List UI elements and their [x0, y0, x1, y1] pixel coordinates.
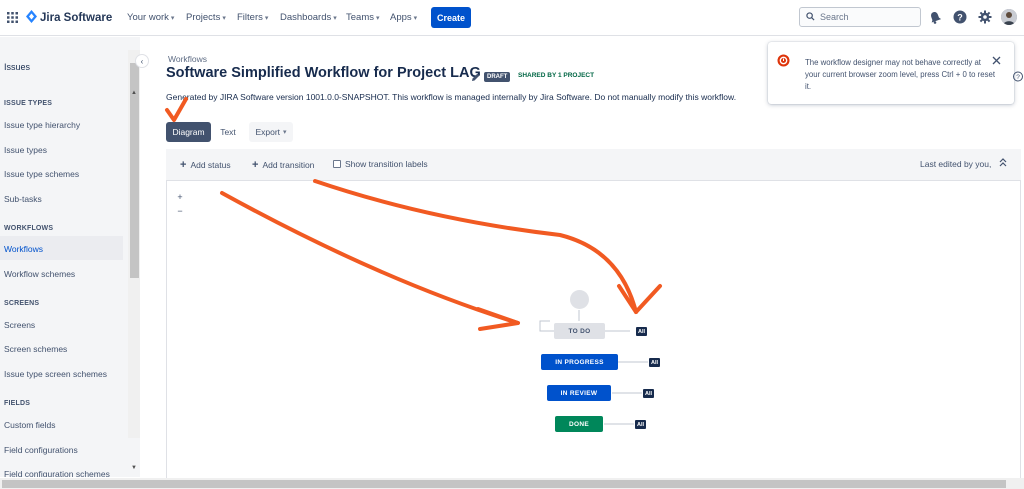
flag-message: The workflow designer may not behave cor…: [805, 58, 996, 91]
arrow-head-annotation: [617, 284, 662, 314]
arrow-annotation-to-status: [220, 191, 520, 325]
svg-text:?: ?: [1016, 74, 1020, 81]
checkmark-annotation: [165, 97, 188, 122]
arrow-annotation-to-all: [313, 179, 638, 314]
warning-icon: [777, 54, 790, 69]
close-icon[interactable]: [992, 56, 1001, 67]
horizontal-scrollbar-thumb[interactable]: [2, 480, 1006, 488]
arrow-head-annotation: [476, 307, 520, 331]
help-circle-icon[interactable]: ?: [1013, 71, 1023, 84]
